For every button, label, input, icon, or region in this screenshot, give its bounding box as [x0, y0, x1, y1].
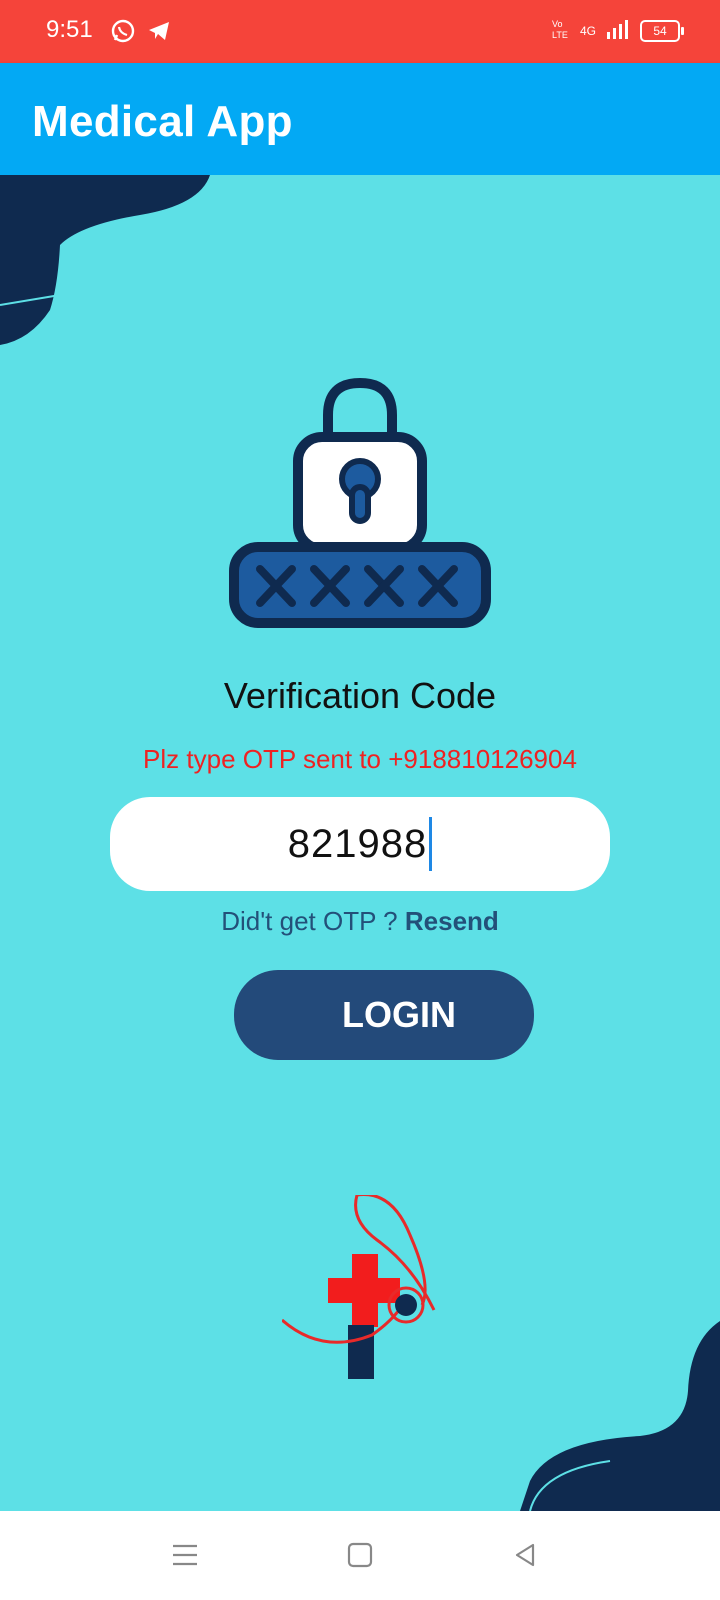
- home-icon[interactable]: [340, 1535, 380, 1575]
- menu-icon[interactable]: [165, 1535, 205, 1575]
- login-button-label: LOGIN: [342, 994, 456, 1035]
- lock-password-illustration: [229, 377, 491, 628]
- battery-level: 54: [653, 23, 667, 38]
- resend-line: Did't get OTP ? Resend: [0, 906, 720, 937]
- main-content: Verification Code Plz type OTP sent to +…: [0, 175, 720, 1511]
- decorative-blob-bottom-right: [520, 1321, 720, 1511]
- decorative-blob-top-left: [0, 175, 210, 345]
- svg-text:LTE: LTE: [552, 30, 568, 40]
- verification-title: Verification Code: [223, 675, 497, 716]
- battery-icon: 54: [640, 19, 684, 42]
- telegram-icon: [146, 18, 172, 49]
- text-caret: [429, 817, 433, 871]
- status-left-icons: [110, 18, 172, 49]
- app-title: Medical App: [32, 97, 293, 146]
- status-time: 9:51: [46, 16, 93, 43]
- otp-instruction: Plz type OTP sent to +918810126904: [143, 744, 577, 774]
- back-icon[interactable]: [505, 1535, 545, 1575]
- system-nav-bar: [0, 1511, 720, 1600]
- status-right: Vo LTE 4G 54: [552, 18, 684, 43]
- login-button[interactable]: LOGIN: [234, 970, 534, 1060]
- network-label: 4G: [579, 23, 596, 38]
- otp-input[interactable]: 821988: [110, 797, 610, 891]
- resend-link[interactable]: Resend: [405, 906, 499, 936]
- status-bar: 9:51 Vo LTE 4G 54: [0, 0, 720, 63]
- whatsapp-icon: [110, 18, 136, 49]
- signal-icon: [606, 18, 630, 43]
- resend-prompt: Did't get OTP ?: [221, 906, 398, 936]
- app-bar: Medical App: [0, 63, 720, 175]
- svg-text:Vo: Vo: [552, 19, 563, 29]
- volte-icon: Vo LTE: [552, 18, 570, 43]
- medical-logo: [282, 1195, 436, 1379]
- otp-value: 821988: [287, 821, 428, 866]
